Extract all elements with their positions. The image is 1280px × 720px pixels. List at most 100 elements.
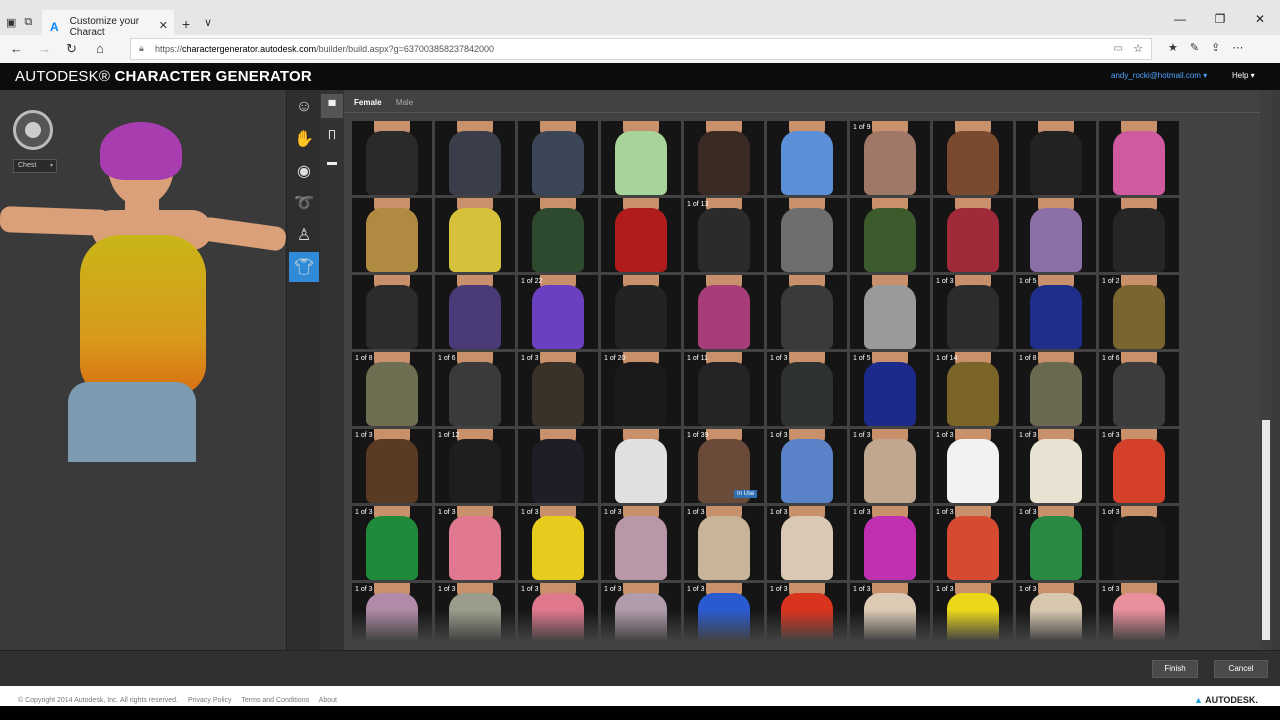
garment-thumbnail[interactable]: 1 of 3 xyxy=(684,583,764,641)
garment-thumbnail[interactable] xyxy=(352,198,432,272)
tab-male[interactable]: Male xyxy=(396,98,413,107)
garment-thumbnail[interactable]: 1 of 3 xyxy=(1016,506,1096,580)
tab-female[interactable]: Female xyxy=(354,98,382,107)
garment-thumbnail[interactable]: 1 of 3 xyxy=(1099,429,1179,503)
favorites-icon[interactable]: ★ xyxy=(1168,41,1178,54)
garment-thumbnail[interactable]: 1 of 6 xyxy=(1099,352,1179,426)
tab-actions-icon[interactable]: ▣ xyxy=(6,16,16,29)
garment-thumbnail[interactable] xyxy=(352,121,432,195)
garment-thumbnail[interactable] xyxy=(601,275,681,349)
garment-thumbnail[interactable] xyxy=(767,121,847,195)
clothing-category-icon[interactable]: 👕︎ xyxy=(289,252,319,282)
garment-thumbnail[interactable] xyxy=(850,275,930,349)
about-link[interactable]: About xyxy=(319,697,337,704)
garment-thumbnail[interactable]: 1 of 3 xyxy=(850,506,930,580)
minimize-icon[interactable]: — xyxy=(1160,12,1200,26)
url-field[interactable]: 🔒︎ https://charactergenerator.autodesk.c… xyxy=(130,38,1152,60)
garment-thumbnail[interactable] xyxy=(601,198,681,272)
garment-thumbnail[interactable]: 1 of 22 xyxy=(518,275,598,349)
hand-category-icon[interactable]: ✋ xyxy=(289,124,319,154)
garment-thumbnail[interactable] xyxy=(933,121,1013,195)
garment-thumbnail[interactable] xyxy=(518,198,598,272)
garment-thumbnail[interactable]: 1 of 8 xyxy=(352,352,432,426)
garment-thumbnail[interactable]: 1 of 3 xyxy=(1016,583,1096,641)
chevron-down-icon[interactable]: ∨ xyxy=(204,16,212,29)
garment-thumbnail[interactable]: 1 of 3 xyxy=(684,506,764,580)
back-arrow-icon[interactable]: ← xyxy=(10,41,23,56)
garment-thumbnail[interactable]: 1 of 3 xyxy=(518,352,598,426)
page-scrollbar[interactable] xyxy=(1260,90,1272,650)
garment-thumbnail[interactable]: 1 of 3 xyxy=(933,275,1013,349)
bottoms-subcategory-icon[interactable]: ∏ xyxy=(321,122,343,146)
garment-thumbnail[interactable]: 1 of 5 xyxy=(1016,275,1096,349)
garment-thumbnail[interactable] xyxy=(518,429,598,503)
restore-icon[interactable]: ❐ xyxy=(1200,12,1240,26)
garment-thumbnail[interactable]: 1 of 39 In Use xyxy=(684,429,764,503)
garment-thumbnail[interactable]: 1 of 3 xyxy=(850,429,930,503)
garment-thumbnail[interactable]: 1 of 8 xyxy=(1016,352,1096,426)
garment-thumbnail[interactable]: 1 of 3 xyxy=(933,506,1013,580)
garment-thumbnail[interactable]: 1 of 11 xyxy=(684,352,764,426)
camera-select[interactable]: Chest ▾ xyxy=(13,159,57,173)
garment-thumbnail[interactable]: 1 of 3 xyxy=(352,506,432,580)
garment-thumbnail[interactable]: 1 of 3 xyxy=(601,583,681,641)
garment-thumbnail[interactable]: 1 of 3 xyxy=(518,506,598,580)
more-icon[interactable]: ⋯ xyxy=(1232,41,1243,54)
scrollbar-thumb[interactable] xyxy=(1262,420,1270,640)
garment-thumbnail[interactable] xyxy=(435,121,515,195)
tops-subcategory-icon[interactable]: ▀ xyxy=(321,94,343,118)
garment-thumbnail[interactable] xyxy=(767,275,847,349)
garment-thumbnail[interactable] xyxy=(1016,121,1096,195)
close-tab-icon[interactable]: ✕ xyxy=(159,19,168,32)
garment-thumbnail[interactable]: 1 of 3 xyxy=(933,583,1013,641)
reading-view-icon[interactable]: ▭ xyxy=(1114,43,1123,54)
garment-thumbnail[interactable]: 1 of 3 xyxy=(1099,506,1179,580)
garment-thumbnail[interactable]: 1 of 3 xyxy=(933,429,1013,503)
user-menu[interactable]: andy_rocki@hotmail.com ▾ xyxy=(1111,71,1207,80)
share-icon[interactable]: ⇪ xyxy=(1211,41,1220,54)
shoes-subcategory-icon[interactable]: ▬ xyxy=(321,150,343,174)
garment-thumbnail[interactable]: 1 of 2 xyxy=(1099,275,1179,349)
garment-thumbnail[interactable] xyxy=(601,121,681,195)
refresh-icon[interactable]: ↻ xyxy=(66,41,77,57)
garment-thumbnail[interactable]: 1 of 3 xyxy=(767,506,847,580)
garment-thumbnail[interactable]: 1 of 3 xyxy=(767,583,847,641)
garment-thumbnail[interactable] xyxy=(1099,121,1179,195)
favorite-star-icon[interactable]: ☆ xyxy=(1133,42,1143,55)
garment-thumbnail[interactable] xyxy=(684,275,764,349)
garment-thumbnail[interactable]: 1 of 3 xyxy=(767,429,847,503)
garment-thumbnail[interactable]: 1 of 3 xyxy=(1099,583,1179,641)
garment-thumbnail[interactable] xyxy=(518,121,598,195)
hair-category-icon[interactable]: ➰ xyxy=(289,188,319,218)
garment-thumbnail[interactable]: 1 of 6 xyxy=(435,352,515,426)
tab-preview-icon[interactable]: ⧉ xyxy=(24,16,32,29)
garment-thumbnail[interactable] xyxy=(684,121,764,195)
finish-button[interactable]: Finish xyxy=(1152,660,1198,678)
garment-thumbnail[interactable]: 1 of 3 xyxy=(435,506,515,580)
character-viewport[interactable]: Chest ▾ xyxy=(0,90,288,650)
garment-thumbnail[interactable]: 1 of 3 xyxy=(601,506,681,580)
garment-thumbnail[interactable]: 1 of 3 xyxy=(352,583,432,641)
garment-thumbnail[interactable]: 1 of 5 xyxy=(850,352,930,426)
eye-category-icon[interactable]: ◉ xyxy=(289,156,319,186)
cancel-button[interactable]: Cancel xyxy=(1214,660,1268,678)
garment-thumbnail[interactable]: 1 of 3 xyxy=(767,352,847,426)
orbit-control-icon[interactable] xyxy=(13,110,53,150)
garment-thumbnail[interactable]: 1 of 3 xyxy=(352,429,432,503)
forward-arrow-icon[interactable]: → xyxy=(38,41,51,56)
garment-thumbnail[interactable]: 1 of 20 xyxy=(601,352,681,426)
help-menu[interactable]: Help ▾ xyxy=(1232,71,1255,80)
garment-thumbnail[interactable] xyxy=(1099,198,1179,272)
pen-icon[interactable]: ✎ xyxy=(1190,41,1199,54)
garment-thumbnail[interactable]: 1 of 12 xyxy=(435,429,515,503)
garment-thumbnail[interactable]: 1 of 14 xyxy=(933,352,1013,426)
garment-thumbnail[interactable]: 1 of 3 xyxy=(518,583,598,641)
garment-thumbnail[interactable] xyxy=(352,275,432,349)
garment-thumbnail[interactable] xyxy=(1016,198,1096,272)
face-category-icon[interactable]: ☺ xyxy=(289,92,319,122)
garment-thumbnail[interactable]: 1 of 3 xyxy=(1016,429,1096,503)
garment-thumbnail[interactable] xyxy=(850,198,930,272)
garment-thumbnail[interactable] xyxy=(435,198,515,272)
garment-thumbnail[interactable]: 1 of 3 xyxy=(435,583,515,641)
garment-thumbnail[interactable] xyxy=(435,275,515,349)
